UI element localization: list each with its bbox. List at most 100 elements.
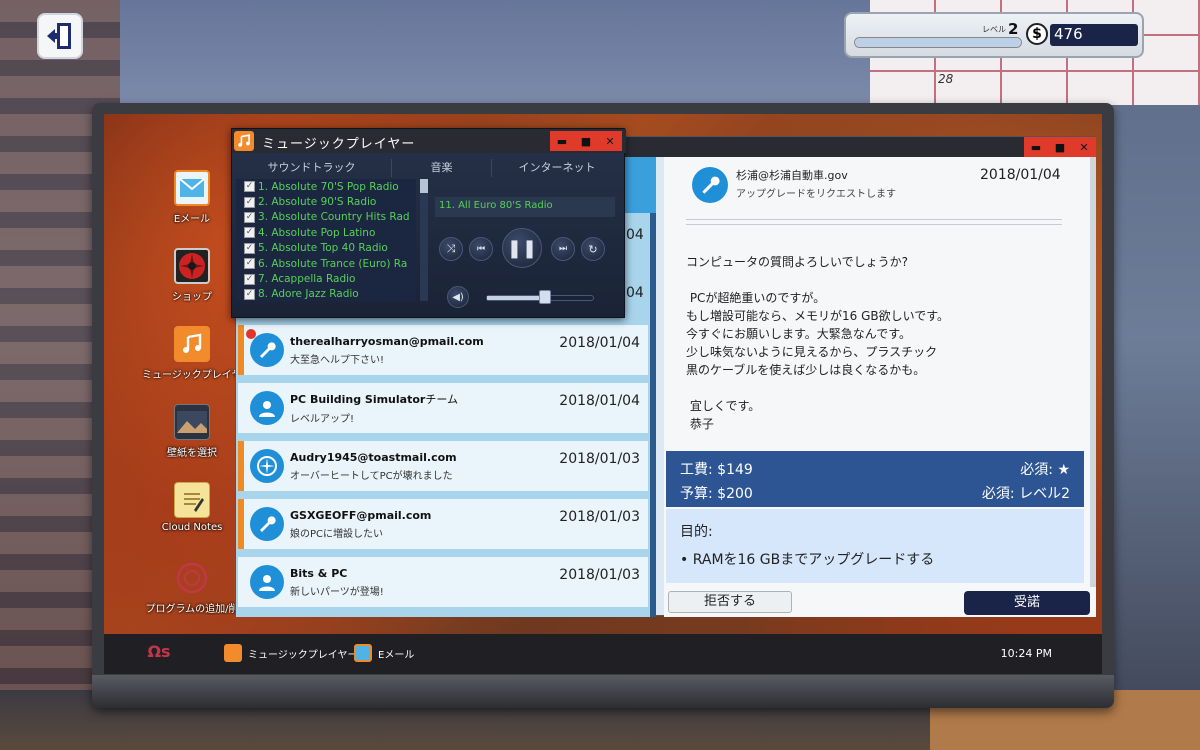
previous-icon: ⏮: [476, 244, 486, 254]
station-checkbox[interactable]: ✓: [244, 196, 255, 208]
taskbar: Ωs ミュージックプレイヤー Eメール 10:24 PM: [104, 634, 1102, 674]
exit-button[interactable]: [37, 13, 83, 59]
email-list-item[interactable]: Audry1945@toastmail.com オーバーヒートしてPCが壊れまし…: [238, 441, 648, 491]
email-date: 2018/01/04: [559, 335, 640, 351]
job-fee: 工費: $149: [680, 459, 753, 479]
reader-body-line: [686, 271, 1066, 289]
station-scrollbar[interactable]: [420, 179, 428, 301]
maximize-button[interactable]: ■: [574, 131, 598, 151]
xp-progress-fill: [855, 38, 1021, 47]
speaker-icon: ◀): [452, 291, 464, 303]
maximize-button[interactable]: ■: [1048, 137, 1072, 157]
pause-button[interactable]: ❚❚: [502, 228, 542, 268]
station-label: 2. Absolute 90'S Radio: [258, 196, 377, 209]
email-window-controls: ▬ ■ ✕: [1024, 137, 1096, 157]
email-subject: オーバーヒートしてPCが壊れました: [290, 470, 453, 482]
tab-soundtrack[interactable]: サウンドトラック: [232, 159, 392, 177]
email-reader: 杉浦@杉浦自動車.gov アップグレードをリクエストします 2018/01/04…: [664, 157, 1096, 617]
requirement-value: レベル2: [1019, 486, 1070, 502]
close-button[interactable]: ✕: [1072, 137, 1096, 157]
station-item[interactable]: ✓ 1. Absolute 70'S Pop Radio: [236, 179, 416, 194]
now-playing: 11. All Euro 80'S Radio: [435, 197, 615, 217]
goal-item: • RAMを16 GBまでアップグレードする: [680, 552, 935, 568]
station-item[interactable]: ✓ 7. Acappella Radio: [236, 271, 416, 286]
email-list-item[interactable]: PC Building Simulatorチーム レベルアップ! 2018/01…: [238, 383, 648, 433]
station-checkbox[interactable]: ✓: [244, 288, 255, 300]
station-item[interactable]: ✓ 5. Absolute Top 40 Radio: [236, 241, 416, 256]
decline-button[interactable]: 拒否する: [668, 591, 792, 613]
start-button[interactable]: Ωs: [144, 642, 174, 666]
email-list-item[interactable]: Bits & PC 新しいパーツが登場! 2018/01/03: [238, 557, 648, 607]
station-item[interactable]: ✓ 4. Absolute Pop Latino: [236, 225, 416, 240]
station-scroll-thumb[interactable]: [420, 179, 428, 193]
music-note-icon: [224, 644, 242, 662]
email-date: 2018/01/03: [559, 509, 640, 525]
station-label: 4. Absolute Pop Latino: [258, 226, 376, 239]
wrench-icon: [692, 167, 728, 203]
next-button[interactable]: ⏭: [551, 237, 575, 261]
xp-progress-bar: [854, 37, 1022, 48]
tab-internet[interactable]: インターネット: [492, 159, 622, 177]
music-titlebar[interactable]: ミュージックプレイヤー ▬ ■ ✕: [232, 129, 626, 153]
fan-icon: [174, 248, 210, 284]
room-wall: [120, 0, 890, 110]
desktop-icon-shop[interactable]: ショップ: [142, 248, 242, 303]
taskbar-item-label: ミュージックプレイヤー: [248, 649, 358, 661]
minimize-button[interactable]: ▬: [1024, 137, 1048, 157]
music-tabs: サウンドトラック 音楽 インターネット: [232, 159, 622, 177]
email-subject: 大至急ヘルプ下さい!: [290, 354, 385, 366]
station-checkbox[interactable]: ✓: [244, 242, 255, 254]
volume-slider-handle[interactable]: [539, 290, 552, 304]
email-list-item[interactable]: GSXGEOFF@pmail.com 娘のPCに増設したい 2018/01/03: [238, 499, 648, 549]
desktop-icon-email[interactable]: Eメール: [142, 170, 242, 225]
mute-button[interactable]: ◀): [447, 286, 469, 308]
reader-body-line: 少し味気ないように見えるから、プラスチック: [686, 345, 938, 359]
close-button[interactable]: ✕: [598, 131, 622, 151]
desktop-icon-label: 壁紙を選択: [167, 448, 217, 459]
reader-body-line: [686, 379, 1066, 397]
shuffle-button[interactable]: ⤨: [439, 237, 463, 261]
station-checkbox[interactable]: ✓: [244, 258, 255, 270]
taskbar-item-email[interactable]: Eメール: [354, 644, 414, 662]
station-item[interactable]: ✓ 2. Absolute 90'S Radio: [236, 194, 416, 209]
desktop-icon-notes[interactable]: Cloud Notes: [142, 482, 242, 533]
music-title: ミュージックプレイヤー: [262, 137, 416, 152]
desktop-icon-label: Cloud Notes: [161, 522, 223, 533]
station-label: 3. Absolute Country Hits Rad: [258, 211, 410, 224]
taskbar-item-music[interactable]: ミュージックプレイヤー: [224, 644, 358, 662]
job-details: 工費: $149 予算: $200 必須: ★ 必須: レベル2: [666, 451, 1084, 507]
tab-music[interactable]: 音楽: [392, 159, 492, 177]
minimize-button[interactable]: ▬: [550, 131, 574, 151]
desktop-icon-wallpaper[interactable]: 壁紙を選択: [142, 404, 242, 459]
reader-scrollbar[interactable]: [1090, 157, 1096, 587]
email-subject: レベルアップ!: [290, 414, 355, 425]
requirement-label: 必須:: [1020, 462, 1053, 478]
wrench-icon: [250, 507, 284, 541]
reader-body-line: 恭子: [686, 417, 714, 431]
email-list-scrollbar[interactable]: [650, 213, 656, 617]
station-item[interactable]: ✓ 6. Absolute Trance (Euro) Ra: [236, 256, 416, 271]
station-item[interactable]: ✓ 8. Adore Jazz Radio: [236, 287, 416, 301]
repeat-button[interactable]: ↻: [581, 237, 605, 261]
station-checkbox[interactable]: ✓: [244, 227, 255, 239]
station-label: 8. Adore Jazz Radio: [258, 288, 359, 301]
monitor: Eメール ショップ ミュージックプレイヤー 壁紙を選択 Cloud Notes: [92, 103, 1114, 708]
level-value: 2: [1008, 20, 1019, 38]
repeat-icon: ↻: [588, 242, 598, 256]
previous-button[interactable]: ⏮: [469, 237, 493, 261]
desktop-icon-programs[interactable]: プログラムの追加/削: [142, 560, 242, 615]
os-desktop: Eメール ショップ ミュージックプレイヤー 壁紙を選択 Cloud Notes: [104, 114, 1102, 674]
job-requirement: 必須: レベル2: [982, 483, 1070, 503]
music-player-window: ミュージックプレイヤー ▬ ■ ✕ サウンドトラック 音楽 インターネット ✓ 1…: [231, 128, 626, 318]
email-list-item[interactable]: therealharryosman@pmail.com 大至急ヘルプ下さい! 2…: [238, 325, 648, 375]
station-checkbox[interactable]: ✓: [244, 273, 255, 285]
station-item[interactable]: ✓ 3. Absolute Country Hits Rad: [236, 210, 416, 225]
station-checkbox[interactable]: ✓: [244, 181, 255, 193]
fee-label: 工費:: [680, 462, 713, 478]
accept-button[interactable]: 受諾: [964, 591, 1090, 615]
reader-body-line: PCが超絶重いのですが。: [686, 291, 826, 305]
station-checkbox[interactable]: ✓: [244, 211, 255, 223]
desktop-icon-music[interactable]: ミュージックプレイヤー: [142, 326, 242, 381]
email-sender-address: Audry1945@toastmail.com: [290, 450, 457, 464]
person-icon: [250, 391, 284, 425]
